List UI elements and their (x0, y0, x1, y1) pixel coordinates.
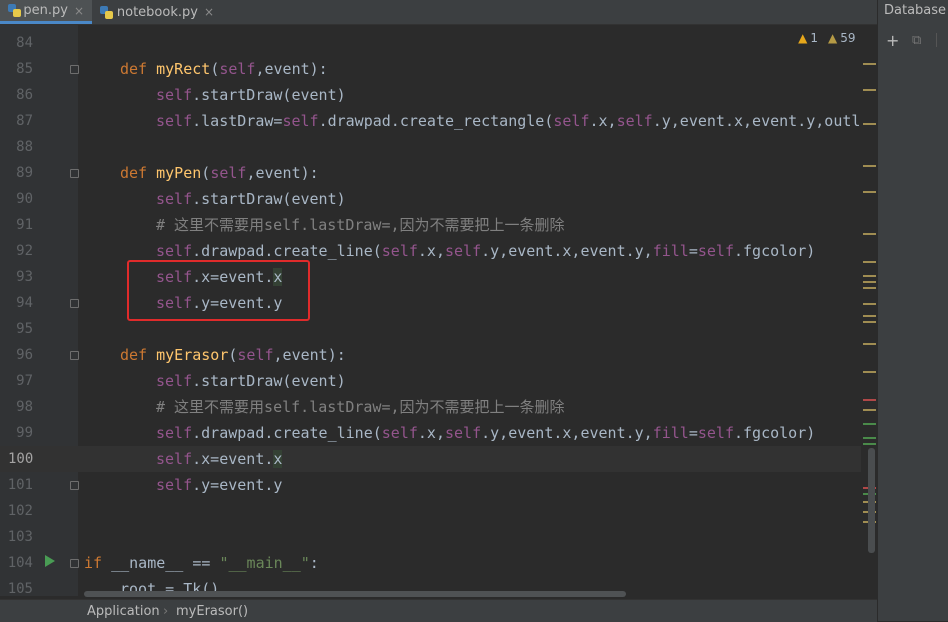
line-number-current: 100 (0, 446, 78, 472)
warning-triangle-icon: ▲ (798, 31, 808, 45)
code-line-89: def myPen(self,event): (120, 164, 319, 182)
tab-notebook-py[interactable]: notebook.py × (92, 0, 222, 24)
add-datasource-icon[interactable]: + (886, 31, 899, 50)
error-count[interactable]: ▲ 1 (798, 31, 818, 45)
line-number: 88 (16, 139, 33, 155)
code-line-99: self.drawpad.create_line(self.x,self.y,e… (156, 424, 816, 442)
code-line-85: def myRect(self,event): (120, 60, 328, 78)
line-number: 87 (16, 113, 33, 129)
code-line-91-comment: # 这里不需要用self.lastDraw=,因为不需要把上一条删除 (156, 216, 565, 234)
database-panel-title: Database (884, 3, 947, 18)
line-number: 104 (7, 555, 33, 571)
code-line-100: self.x=event.x (156, 450, 283, 468)
breadcrumb: Application › myErasor() (0, 599, 877, 622)
error-stripe-mark[interactable] (863, 287, 876, 289)
line-number: 95 (16, 321, 33, 337)
error-stripe-mark[interactable] (863, 281, 876, 283)
database-tool-window: Database + ⧉ (877, 0, 948, 621)
line-number: 101 (7, 477, 33, 493)
line-number: 93 (16, 269, 33, 285)
line-number: 91 (16, 217, 33, 233)
tab-label: notebook.py (116, 4, 198, 20)
line-number: 99 (16, 425, 33, 441)
error-stripe-mark[interactable] (863, 275, 876, 277)
horizontal-scrollbar-thumb[interactable] (84, 591, 626, 597)
line-number-gutter[interactable]: 84 85 86 87 88 89 90 91 92 93 94 95 96 9… (0, 25, 79, 597)
error-stripe-mark[interactable] (863, 165, 876, 167)
code-line-101: self.y=event.y (156, 476, 283, 494)
error-stripe-mark[interactable] (863, 191, 876, 193)
error-stripe-mark[interactable] (863, 321, 876, 323)
line-number: 85 (16, 61, 33, 77)
code-line-96: def myErasor(self,event): (120, 346, 346, 364)
close-icon[interactable]: × (74, 4, 84, 18)
error-stripe-mark[interactable] (863, 343, 876, 345)
error-stripe-mark[interactable] (863, 399, 876, 401)
code-line-87: self.lastDraw=self.drawpad.create_rectan… (156, 112, 861, 130)
scrollbar-thumb[interactable] (868, 448, 875, 553)
line-number: 90 (16, 191, 33, 207)
error-stripe-mark[interactable] (863, 89, 876, 91)
line-number: 84 (16, 35, 33, 51)
code-line-97: self.startDraw(event) (156, 372, 346, 390)
line-number: 89 (16, 165, 33, 181)
breadcrumb-separator: › (163, 604, 169, 619)
code-line-104: if __name__ == "__main__": (84, 554, 319, 572)
code-line-98-comment: # 这里不需要用self.lastDraw=,因为不需要把上一条删除 (156, 398, 565, 416)
toolbar-separator (936, 33, 937, 47)
line-number: 102 (7, 503, 33, 519)
error-stripe-mark[interactable] (863, 233, 876, 235)
line-number: 97 (16, 373, 33, 389)
error-stripe-mark[interactable] (863, 303, 876, 305)
python-file-icon (100, 5, 113, 19)
error-stripe-mark[interactable] (863, 315, 876, 317)
error-stripe-mark[interactable] (863, 123, 876, 125)
error-stripe-mark[interactable] (863, 443, 876, 445)
line-number: 96 (16, 347, 33, 363)
line-number: 94 (16, 295, 33, 311)
breadcrumb-item-myerasor[interactable]: myErasor() (176, 604, 248, 619)
error-stripe-mark[interactable] (863, 437, 876, 439)
editor-tab-bar: pen.py × notebook.py × (0, 0, 877, 25)
error-stripe-mark[interactable] (863, 423, 876, 425)
tab-label: pen.py (23, 3, 68, 18)
line-number: 98 (16, 399, 33, 415)
line-number: 103 (7, 529, 33, 545)
weak-warning-triangle-icon: ▲ (828, 31, 838, 45)
tab-pen-py[interactable]: pen.py × (0, 0, 92, 24)
breadcrumb-item-application[interactable]: Application (87, 604, 160, 619)
run-icon[interactable] (45, 555, 55, 567)
line-number: 92 (16, 243, 33, 259)
code-line-90: self.startDraw(event) (156, 190, 346, 208)
error-stripe-mark[interactable] (863, 63, 876, 65)
error-stripe-mark[interactable] (863, 371, 876, 373)
line-number: 86 (16, 87, 33, 103)
code-line-86: self.startDraw(event) (156, 86, 346, 104)
copy-icon[interactable]: ⧉ (912, 33, 921, 48)
error-stripe-mark[interactable] (863, 409, 876, 411)
warning-count[interactable]: ▲ 59 (828, 31, 856, 45)
close-icon[interactable]: × (204, 5, 214, 19)
highlight-annotation-box (127, 260, 310, 321)
error-stripe-mark[interactable] (863, 261, 876, 263)
python-file-icon (8, 4, 22, 17)
